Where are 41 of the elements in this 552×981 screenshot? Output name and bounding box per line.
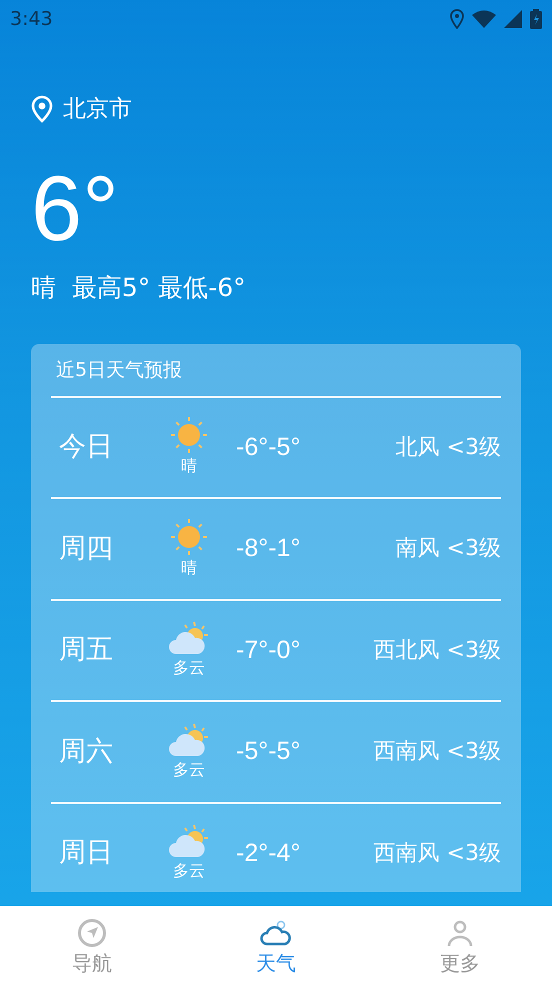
day-name: 周日 — [59, 836, 114, 870]
temperature-range: -6°-5° — [236, 432, 302, 462]
cloud-sun-icon — [168, 722, 210, 758]
location-icon — [450, 9, 464, 29]
wifi-icon — [472, 10, 496, 28]
day-name: 周四 — [59, 532, 114, 566]
day-name: 今日 — [59, 430, 114, 464]
nav-tab[interactable]: 更多 — [368, 906, 552, 981]
day-name: 周六 — [59, 734, 114, 768]
sun-icon — [169, 416, 209, 454]
wind-label: 西南风 <3级 — [372, 840, 501, 868]
condition-label: 晴 — [181, 556, 197, 579]
nav-tab[interactable]: 导航 — [0, 906, 184, 981]
wind-label: 北风 <3级 — [394, 434, 501, 462]
cloud-sun-icon — [168, 823, 210, 860]
signal-icon — [504, 10, 522, 28]
condition-label: 多云 — [173, 860, 205, 882]
person-icon — [445, 918, 475, 948]
forecast-title: 近5日天气预报 — [56, 359, 182, 381]
wind-label: 西北风 <3级 — [372, 636, 501, 665]
temperature-range: -7°-0° — [236, 634, 302, 666]
status-time: 3:43 — [10, 6, 53, 32]
location-pin-icon — [31, 95, 53, 124]
temperature-range: -5°-5° — [236, 736, 302, 767]
temperature-range: -2°-4° — [236, 838, 302, 868]
temperature-range: -8°-1° — [236, 533, 302, 564]
wind-label: 南风 <3级 — [394, 535, 501, 564]
compass-icon — [77, 918, 107, 948]
wind-label: 西南风 <3级 — [372, 738, 501, 766]
sun-icon — [169, 518, 209, 556]
current-temperature: 6° — [31, 162, 119, 254]
cloud-sun-icon — [168, 620, 210, 656]
condition-label: 晴 — [181, 455, 197, 478]
cloud-icon — [260, 918, 292, 948]
day-name: 周五 — [59, 633, 114, 667]
city-name: 北京市 — [63, 95, 132, 124]
nav-tab[interactable]: 天气 — [184, 906, 368, 981]
condition-label: 多云 — [173, 657, 205, 680]
weather-summary: 晴 最高5° 最低-6° — [31, 272, 246, 304]
battery-icon — [530, 9, 542, 29]
condition-label: 多云 — [173, 758, 205, 781]
